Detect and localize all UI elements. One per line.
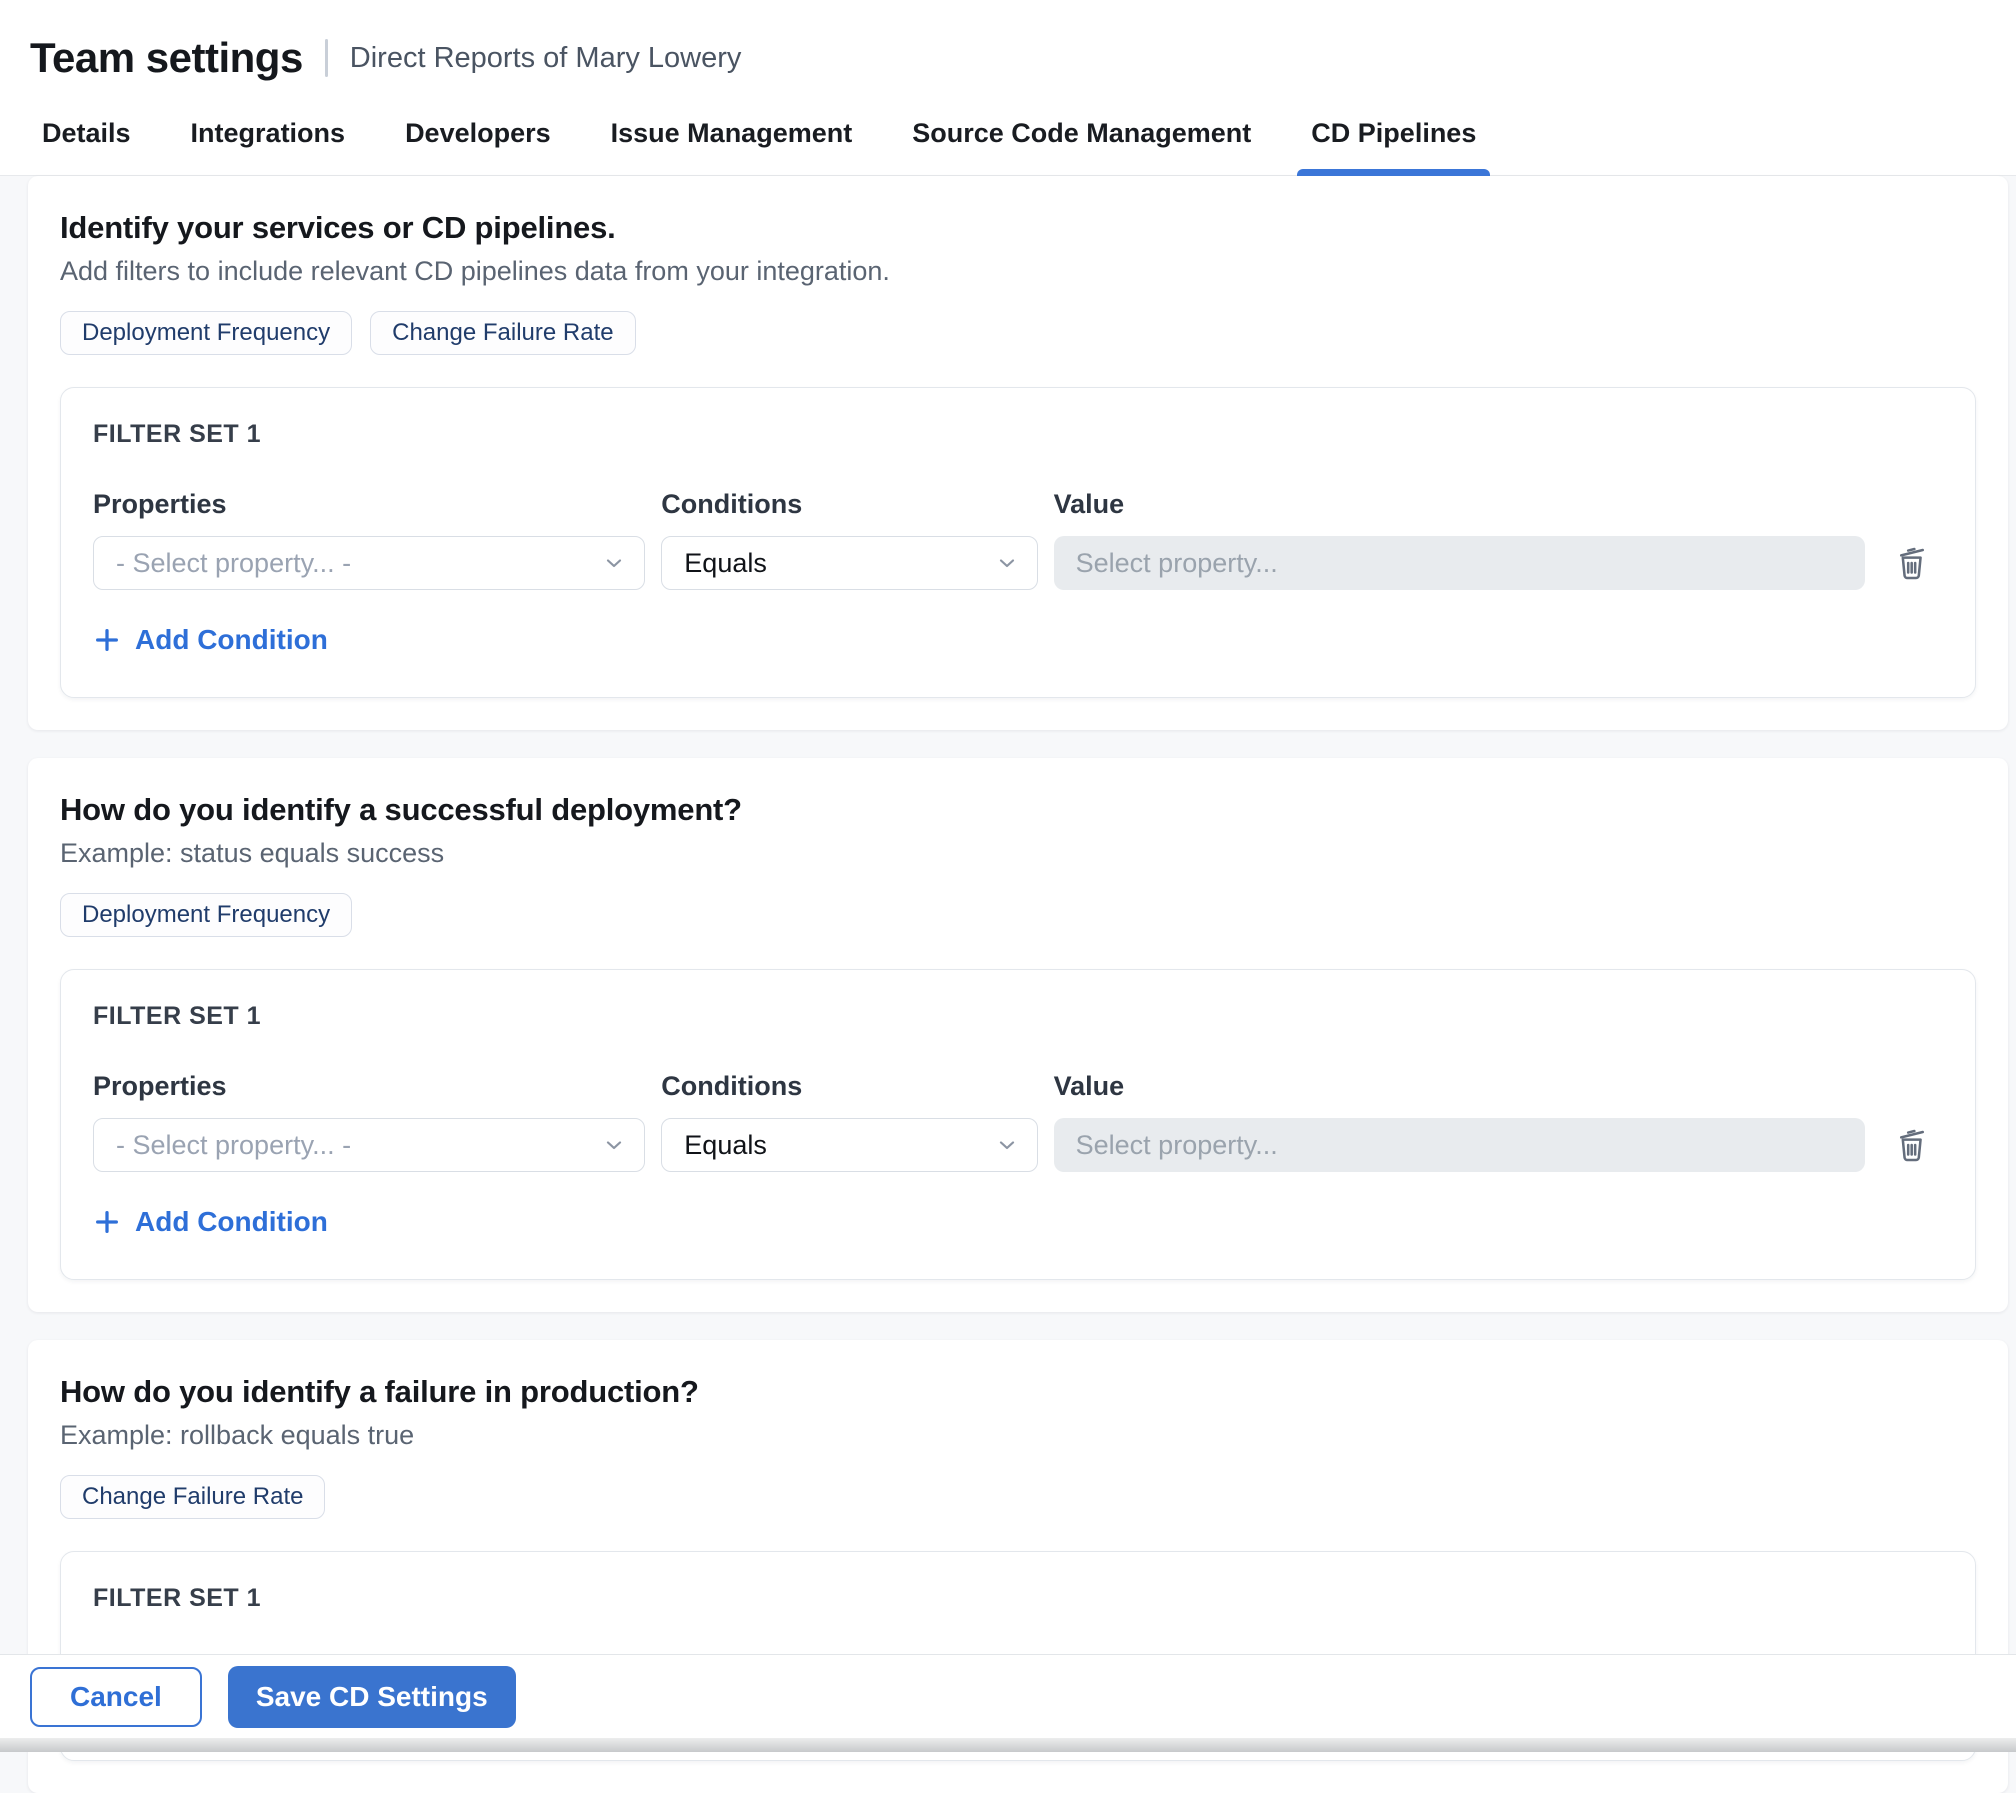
delete-filter-button[interactable] xyxy=(1881,544,1943,582)
filter-set: FILTER SET 1 Properties Conditions Value… xyxy=(60,969,1976,1280)
property-select-placeholder: - Select property... - xyxy=(116,1130,351,1161)
trash-icon xyxy=(1893,544,1931,582)
conditions-label: Conditions xyxy=(661,1071,1037,1102)
filter-row: Properties Conditions Value - Select pro… xyxy=(93,1071,1943,1172)
tab-integrations[interactable]: Integrations xyxy=(189,112,348,175)
metric-chips: Deployment Frequency xyxy=(60,893,1976,937)
condition-select[interactable]: Equals xyxy=(661,1118,1037,1172)
condition-select[interactable]: Equals xyxy=(661,536,1037,590)
property-select-placeholder: - Select property... - xyxy=(116,548,351,579)
properties-label: Properties xyxy=(93,1071,645,1102)
tab-issue-management[interactable]: Issue Management xyxy=(609,112,855,175)
condition-select-value: Equals xyxy=(684,548,767,579)
main-content: Identify your services or CD pipelines. … xyxy=(0,176,2016,1793)
value-label: Value xyxy=(1054,1071,1865,1102)
chevron-down-icon xyxy=(995,551,1019,575)
chip-change-failure-rate[interactable]: Change Failure Rate xyxy=(60,1475,325,1519)
filter-set: FILTER SET 1 Properties Conditions Value… xyxy=(60,387,1976,698)
bottom-edge-shadow xyxy=(0,1738,2016,1752)
metric-chips: Deployment Frequency Change Failure Rate xyxy=(60,311,1976,355)
conditions-label: Conditions xyxy=(661,489,1037,520)
add-condition-button[interactable]: Add Condition xyxy=(93,624,328,656)
section-heading: How do you identify a failure in product… xyxy=(60,1374,1976,1410)
plus-icon xyxy=(93,626,121,654)
page-header: Team settings Direct Reports of Mary Low… xyxy=(0,0,2016,176)
condition-select-value: Equals xyxy=(684,1130,767,1161)
save-cd-settings-button[interactable]: Save CD Settings xyxy=(228,1666,516,1728)
value-input[interactable] xyxy=(1054,1118,1865,1172)
tab-bar: Details Integrations Developers Issue Ma… xyxy=(0,112,2016,176)
tab-developers[interactable]: Developers xyxy=(403,112,553,175)
chevron-down-icon xyxy=(602,1133,626,1157)
filter-row: Properties Conditions Value - Select pro… xyxy=(93,489,1943,590)
delete-filter-button[interactable] xyxy=(1881,1126,1943,1164)
section-description: Add filters to include relevant CD pipel… xyxy=(60,256,1976,287)
chevron-down-icon xyxy=(995,1133,1019,1157)
tab-details[interactable]: Details xyxy=(40,112,133,175)
chip-deployment-frequency[interactable]: Deployment Frequency xyxy=(60,311,352,355)
tab-cd-pipelines[interactable]: CD Pipelines xyxy=(1309,112,1478,175)
filter-set-title: FILTER SET 1 xyxy=(93,420,1943,449)
properties-label: Properties xyxy=(93,489,645,520)
property-select[interactable]: - Select property... - xyxy=(93,1118,645,1172)
section-heading: Identify your services or CD pipelines. xyxy=(60,210,1976,246)
title-divider xyxy=(325,39,328,77)
filter-set-title: FILTER SET 1 xyxy=(93,1002,1943,1031)
section-successful-deployment: How do you identify a successful deploym… xyxy=(28,758,2008,1312)
add-condition-button[interactable]: Add Condition xyxy=(93,1206,328,1238)
section-description: Example: status equals success xyxy=(60,838,1976,869)
cancel-button[interactable]: Cancel xyxy=(30,1667,202,1727)
chip-change-failure-rate[interactable]: Change Failure Rate xyxy=(370,311,635,355)
section-identify-pipelines: Identify your services or CD pipelines. … xyxy=(28,176,2008,730)
section-description: Example: rollback equals true xyxy=(60,1420,1976,1451)
section-heading: How do you identify a successful deploym… xyxy=(60,792,1976,828)
action-footer: Cancel Save CD Settings xyxy=(0,1654,2016,1738)
value-label: Value xyxy=(1054,489,1865,520)
filter-set-title: FILTER SET 1 xyxy=(93,1584,1943,1613)
page-subtitle: Direct Reports of Mary Lowery xyxy=(350,42,742,75)
trash-icon xyxy=(1893,1126,1931,1164)
property-select[interactable]: - Select property... - xyxy=(93,536,645,590)
page-title: Team settings xyxy=(30,34,303,82)
add-condition-label: Add Condition xyxy=(135,624,328,656)
add-condition-label: Add Condition xyxy=(135,1206,328,1238)
metric-chips: Change Failure Rate xyxy=(60,1475,1976,1519)
chevron-down-icon xyxy=(602,551,626,575)
title-row: Team settings Direct Reports of Mary Low… xyxy=(0,0,2016,82)
plus-icon xyxy=(93,1208,121,1236)
chip-deployment-frequency[interactable]: Deployment Frequency xyxy=(60,893,352,937)
value-input[interactable] xyxy=(1054,536,1865,590)
tab-source-code-management[interactable]: Source Code Management xyxy=(910,112,1253,175)
